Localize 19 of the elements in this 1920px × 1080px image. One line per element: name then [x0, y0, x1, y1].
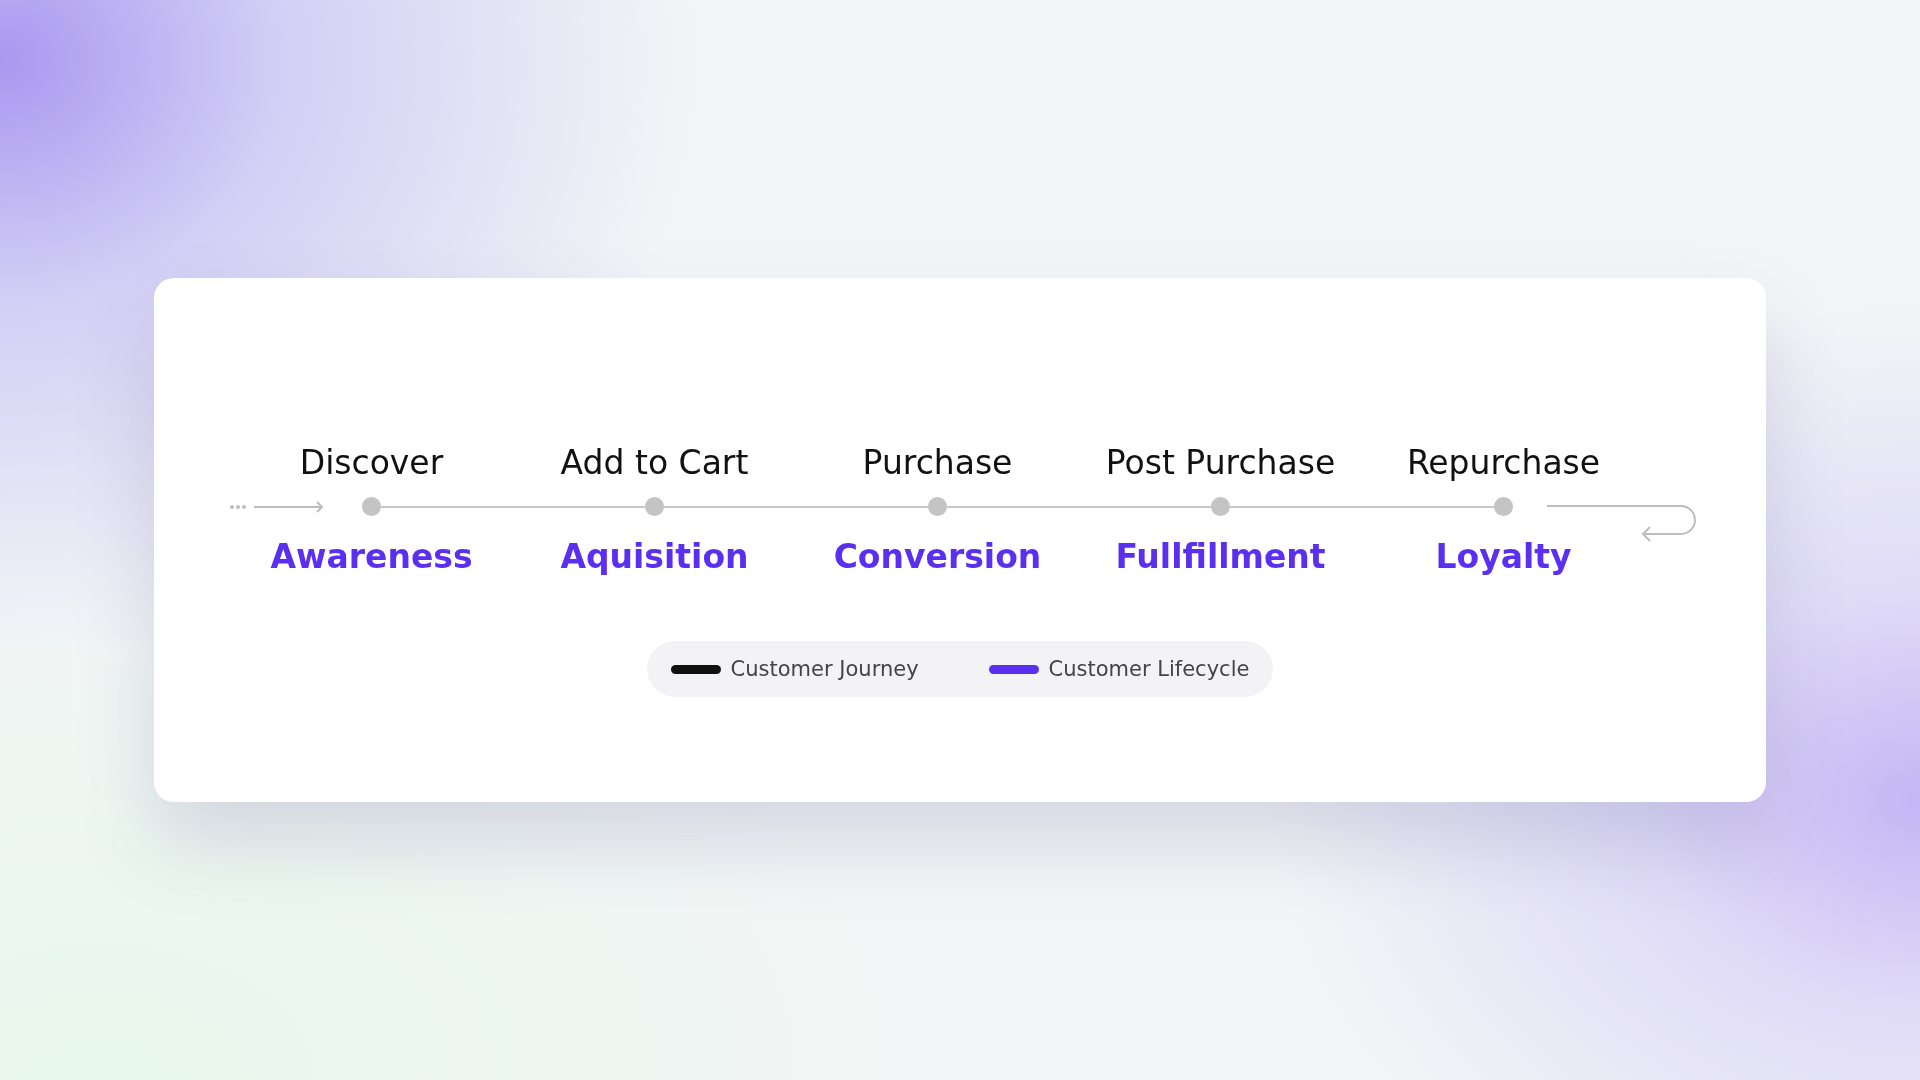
stage-dot	[928, 497, 947, 516]
journey-stage-label: Post Purchase	[1105, 442, 1336, 484]
stage-dot	[1211, 497, 1230, 516]
legend-label: Customer Journey	[730, 657, 919, 681]
journey-stage-label: Add to Cart	[560, 442, 749, 484]
journey-stage-label: Purchase	[862, 442, 1013, 484]
stage-dot	[362, 497, 381, 516]
lifecycle-stage-label: Awareness	[270, 536, 473, 578]
dotted-arrow-icon	[230, 501, 324, 513]
stage-dot	[1494, 497, 1513, 516]
return-arrow-icon	[1547, 505, 1696, 542]
lifecycle-stage-label: Aquisition	[560, 536, 749, 578]
lifecycle-stage-label: Fullfillment	[1115, 536, 1326, 578]
lifecycle-stage-label: Conversion	[833, 536, 1042, 578]
lifecycle-stage-label: Loyalty	[1435, 536, 1572, 578]
stage-dot	[645, 497, 664, 516]
journey-stage-label: Repurchase	[1406, 442, 1601, 484]
journey-stage-label: Discover	[299, 442, 444, 484]
legend-label: Customer Lifecycle	[1048, 657, 1250, 681]
